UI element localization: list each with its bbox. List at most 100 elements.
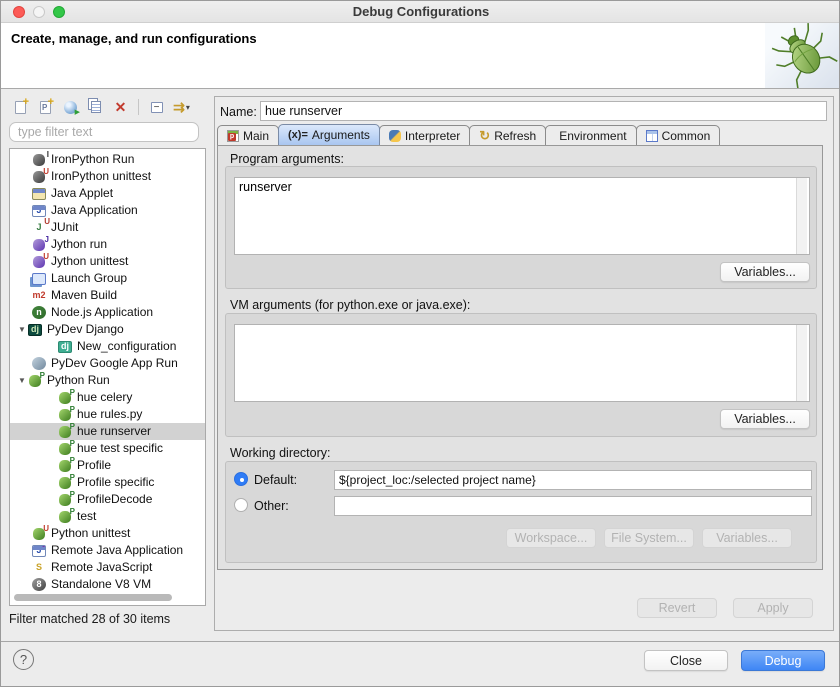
interpreter-tab-icon: [389, 130, 401, 142]
config-type-icon: P: [59, 392, 71, 404]
tab-label: Common: [662, 129, 711, 143]
tree-item-label: Profile specific: [77, 474, 154, 491]
variables-button[interactable]: Variables...: [702, 528, 792, 548]
tab-arguments[interactable]: (x)=Arguments: [278, 124, 380, 145]
tab-interpreter[interactable]: Interpreter: [379, 125, 470, 145]
tree-item[interactable]: 8Standalone V8 VM: [10, 576, 205, 593]
new-prototype-icon: [40, 101, 51, 114]
tree-item[interactable]: Phue celery: [10, 389, 205, 406]
tab-refresh[interactable]: ↻Refresh: [469, 125, 546, 145]
toolbar: ✕−⇉▾: [9, 96, 193, 118]
tree-item[interactable]: nNode.js Application: [10, 304, 205, 321]
vm-arguments-textarea[interactable]: [234, 324, 810, 402]
header-title: Create, manage, and run configurations: [11, 31, 257, 46]
tab-main[interactable]: Main: [217, 125, 279, 145]
revert-button[interactable]: Revert: [637, 598, 717, 618]
new-configuration-button[interactable]: [9, 97, 32, 117]
filter-box: [9, 122, 199, 142]
tree-item[interactable]: JJava Application: [10, 202, 205, 219]
tree-item[interactable]: PProfileDecode: [10, 491, 205, 508]
expander-icon[interactable]: ▼: [16, 376, 28, 385]
duplicate-button[interactable]: [84, 97, 107, 117]
other-radio[interactable]: [234, 498, 248, 512]
export-configuration-button[interactable]: [59, 97, 82, 117]
tree-item-label: IronPython Run: [51, 151, 134, 168]
filter-input[interactable]: [9, 122, 199, 142]
filter-icon: ⇉: [173, 100, 185, 114]
workspace-button[interactable]: Workspace...: [506, 528, 596, 548]
file-system-button[interactable]: File System...: [604, 528, 694, 548]
tree-item[interactable]: SRemote JavaScript: [10, 559, 205, 576]
expander-icon[interactable]: ▼: [16, 325, 28, 334]
tree-item-label: Java Application: [51, 202, 138, 219]
tree-item[interactable]: UPython unittest: [10, 525, 205, 542]
export-configuration-icon: [64, 101, 77, 114]
default-radio[interactable]: [234, 472, 248, 486]
tree-item-label: ProfileDecode: [77, 491, 152, 508]
config-type-icon: P: [59, 477, 71, 489]
filter-button[interactable]: ⇉▾: [170, 97, 193, 117]
tree-item[interactable]: UJython unittest: [10, 253, 205, 270]
name-input[interactable]: [260, 101, 827, 121]
tree-item-selected[interactable]: Phue runserver: [10, 423, 205, 440]
arguments-glyph-icon: (x)=: [288, 129, 308, 141]
tree-item-label: hue celery: [77, 389, 132, 406]
other-directory-input[interactable]: [334, 496, 812, 516]
debug-bug-icon: [765, 23, 840, 88]
tree-item[interactable]: PyDev Google App Run: [10, 355, 205, 372]
tab-label: Interpreter: [405, 129, 460, 143]
config-type-icon: P: [59, 460, 71, 472]
tree-item[interactable]: J➝Remote Java Application: [10, 542, 205, 559]
program-arguments-variables-button[interactable]: Variables...: [720, 262, 810, 282]
tree-item[interactable]: Phue rules.py: [10, 406, 205, 423]
config-type-icon: m2: [32, 289, 46, 303]
tree-item[interactable]: Java Applet: [10, 185, 205, 202]
tree-item-label: PyDev Django: [47, 321, 124, 338]
config-type-icon: 8: [32, 578, 46, 591]
help-button[interactable]: ?: [13, 649, 34, 670]
textarea-scrollbar[interactable]: [796, 178, 807, 254]
tree-item[interactable]: JUJUnit: [10, 219, 205, 236]
tree-item[interactable]: ▼PPython Run: [10, 372, 205, 389]
apply-button[interactable]: Apply: [733, 598, 813, 618]
collapse-all-button[interactable]: −: [145, 97, 168, 117]
program-arguments-textarea[interactable]: runserver: [234, 177, 810, 255]
window-title: Debug Configurations: [1, 4, 840, 19]
refresh-tab-icon: ↻: [479, 129, 490, 142]
tree-item[interactable]: P Profile specific: [10, 474, 205, 491]
tree-item[interactable]: m2 Maven Build: [10, 287, 205, 304]
tree-item[interactable]: ▼djPyDev Django: [10, 321, 205, 338]
tree-item[interactable]: djNew_configuration: [10, 338, 205, 355]
tree-item[interactable]: PProfile: [10, 457, 205, 474]
debug-button[interactable]: Debug: [741, 650, 825, 671]
delete-button[interactable]: ✕: [109, 97, 132, 117]
config-type-icon: P: [59, 426, 71, 438]
name-label: Name:: [220, 105, 257, 119]
tree-horizontal-scrollbar[interactable]: [14, 594, 172, 601]
close-button[interactable]: Close: [644, 650, 728, 671]
vm-arguments-group: Variables...: [225, 313, 817, 437]
config-type-icon: P: [59, 443, 71, 455]
config-type-icon: P: [59, 511, 71, 523]
tree-item[interactable]: UIronPython unittest: [10, 168, 205, 185]
tree-item[interactable]: Launch Group: [10, 270, 205, 287]
textarea-scrollbar[interactable]: [796, 325, 807, 401]
vm-arguments-label: VM arguments (for python.exe or java.exe…: [230, 298, 470, 312]
tab-common[interactable]: Common: [636, 125, 721, 145]
tab-environment[interactable]: Environment: [545, 125, 636, 145]
tree-item-label: Maven Build: [51, 287, 117, 304]
footer-divider: [1, 641, 840, 642]
configuration-panel: Name: Main(x)=Arguments Interpreter ↻Refre…: [214, 96, 834, 631]
config-tree[interactable]: IIronPython RunUIronPython unittestJava …: [9, 148, 206, 606]
tree-item[interactable]: JJython run: [10, 236, 205, 253]
new-configuration-icon: [15, 101, 26, 114]
tree-item[interactable]: Phue test specific: [10, 440, 205, 457]
tree-item[interactable]: IIronPython Run: [10, 151, 205, 168]
vm-arguments-variables-button[interactable]: Variables...: [720, 409, 810, 429]
default-directory-input[interactable]: [334, 470, 812, 490]
tree-item[interactable]: Ptest: [10, 508, 205, 525]
config-type-icon: J➝: [32, 545, 46, 557]
title-bar[interactable]: Debug Configurations: [1, 1, 840, 23]
new-prototype-button[interactable]: [34, 97, 57, 117]
config-type-icon: J: [33, 239, 45, 251]
